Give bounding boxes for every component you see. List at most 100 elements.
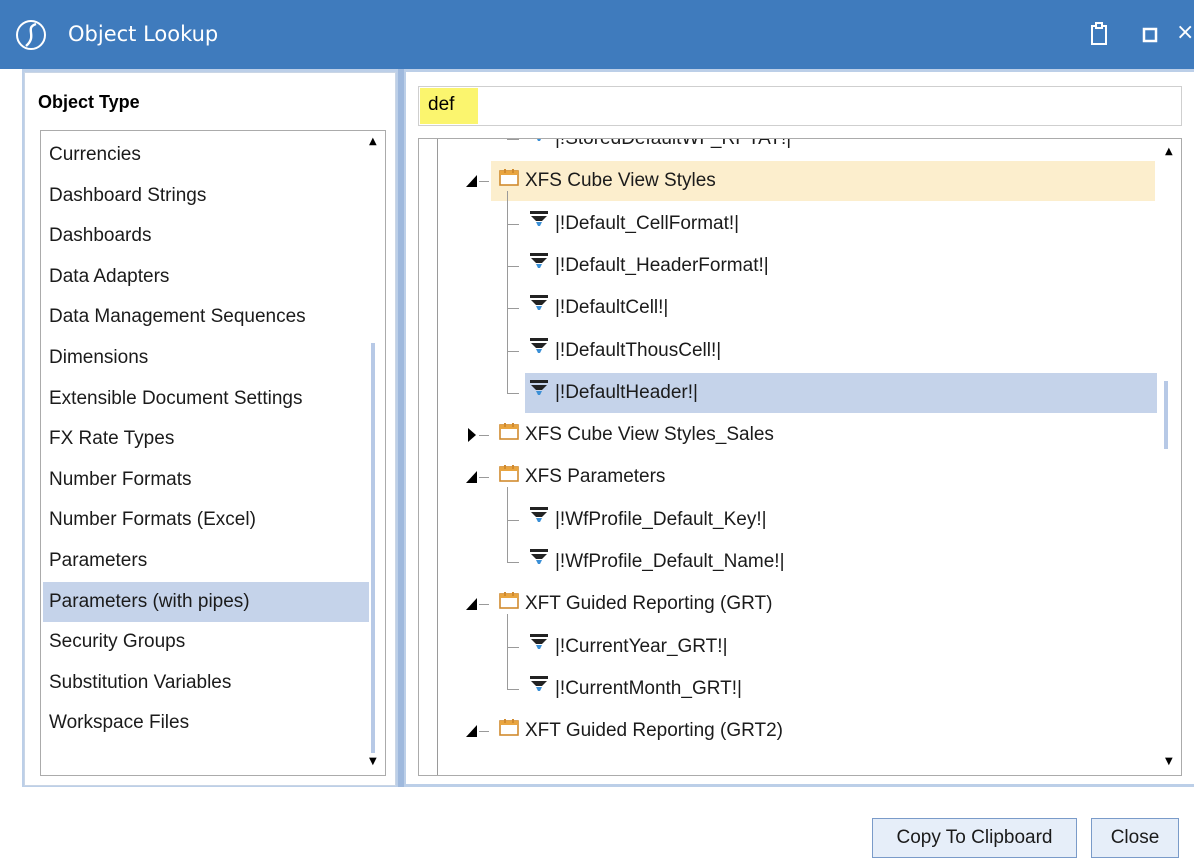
tree-guide-line [507,487,508,562]
tree-connector [479,435,489,437]
folder-icon [499,711,519,751]
tree-connector [479,477,489,479]
collapse-arrow-icon[interactable] [465,457,479,512]
tree-connector [507,519,519,521]
tree-item-label: XFT Guided Reporting (GRT2) [525,720,784,742]
parameter-filter-icon [529,204,549,244]
tree-item-label: XFT Guided Reporting (GRT) [525,593,773,615]
tree-leaf-row[interactable]: |!CurrentMonth_GRT!| [507,669,1085,709]
folder-icon [499,457,519,497]
tree-leaf-row[interactable]: |!Default_HeaderFormat!| [507,246,1085,286]
tree-leaf-row[interactable]: |!DefaultCell!| [507,288,1085,328]
object-type-header: Object Type [38,92,140,112]
tree-connector [507,350,519,352]
collapse-arrow-icon[interactable] [465,711,479,766]
search-input[interactable]: def [418,86,1182,126]
object-type-item[interactable]: Number Formats [43,460,369,500]
folder-icon [499,161,519,201]
tree-leaf-row[interactable]: |!DefaultThousCell!| [507,331,1085,371]
tree-folder-row[interactable]: XFS Cube View Styles [466,161,1155,202]
tree-root-guide-line [437,139,438,775]
tree-connector [479,181,489,183]
tree-item-label: XFS Cube View Styles [525,170,716,192]
tree-item-label: |!StoredDefaultWF_RPTAT!| [555,138,792,150]
object-tree[interactable]: |!StoredDefaultWF_RPTAT!| XFS Cube View S… [418,138,1182,776]
tree-guide-line [507,614,508,689]
tree-item-label: XFS Parameters [525,466,666,488]
tree-folder-row[interactable]: XFT Guided Reporting (GRT2) [466,711,1091,751]
search-value: def [428,94,455,115]
object-type-item[interactable]: Dashboard Strings [43,176,369,216]
parameter-filter-icon [529,500,549,540]
tree-item-label: |!WfProfile_Default_Key!| [555,508,767,530]
pane-splitter[interactable] [398,69,404,787]
parameter-filter-icon [529,627,549,667]
copy-to-clipboard-button[interactable]: Copy To Clipboard [872,818,1077,858]
folder-icon [499,415,519,455]
object-type-item[interactable]: Currencies [43,135,369,175]
object-type-item[interactable]: FX Rate Types [43,419,369,459]
tree-item-label: |!DefaultCell!| [555,297,669,319]
collapse-arrow-icon[interactable] [465,161,479,216]
tree-item-label: |!WfProfile_Default_Name!| [555,551,785,573]
tree-item-label: |!CurrentMonth_GRT!| [555,677,742,699]
collapse-arrow-icon[interactable] [465,584,479,639]
tree-connector [507,139,519,140]
tree-connector [507,688,519,690]
parameter-filter-icon [529,542,549,582]
tree-connector [507,223,519,225]
tree-connector [507,265,519,267]
tree-connector [479,731,489,733]
object-type-item[interactable]: Data Adapters [43,257,369,297]
parameter-filter-icon [529,288,549,328]
tree-leaf-row[interactable]: |!CurrentYear_GRT!| [507,627,1085,667]
close-button[interactable]: Close [1091,818,1179,858]
tree-scrollbar-thumb[interactable] [1164,381,1168,449]
list-scrollbar-thumb[interactable] [371,343,375,753]
tree-item-label: |!CurrentYear_GRT!| [555,635,728,657]
tree-leaf-row[interactable]: |!Default_CellFormat!| [507,204,1085,244]
scroll-up-icon[interactable]: ▲ [369,137,377,147]
tree-scroll-down-icon[interactable]: ▼ [1165,757,1173,767]
window-title: Object Lookup [68,22,219,46]
tree-connector [507,562,519,563]
parameter-filter-icon [529,246,549,286]
tree-leaf-row[interactable]: |!WfProfile_Default_Name!| [507,542,1085,582]
object-type-item[interactable]: Security Groups [43,622,369,662]
tree-leaf-row[interactable]: |!DefaultHeader!| [507,372,1157,413]
object-type-item[interactable]: Data Management Sequences [43,297,369,337]
tree-connector [507,646,519,648]
object-type-item[interactable]: Number Formats (Excel) [43,500,369,540]
tree-item-label: |!Default_HeaderFormat!| [555,254,769,276]
object-type-item[interactable]: Workspace Files [43,703,369,743]
parameter-filter-icon [529,331,549,371]
object-type-item[interactable]: Dashboards [43,216,369,256]
clipboard-icon[interactable] [1090,22,1108,46]
tree-folder-row[interactable]: XFT Guided Reporting (GRT) [466,584,1091,624]
tree-folder-row[interactable]: XFS Parameters [466,457,1091,497]
tree-connector [507,392,519,394]
folder-icon [499,584,519,624]
scroll-down-icon[interactable]: ▼ [369,757,377,767]
maximize-icon[interactable] [1142,27,1158,43]
parameter-filter-icon [529,139,549,159]
parameter-filter-icon [529,373,549,413]
object-type-item[interactable]: Parameters [43,541,369,581]
object-type-item[interactable]: Dimensions [43,338,369,378]
tree-scroll-up-icon[interactable]: ▲ [1165,147,1173,157]
title-bar: Object Lookup × [0,0,1194,69]
close-icon[interactable]: × [1176,20,1194,45]
object-type-item[interactable]: Substitution Variables [43,663,369,703]
tree-item-label: XFS Cube View Styles_Sales [525,424,774,446]
tree-item-label: |!DefaultThousCell!| [555,339,722,361]
tree-leaf-row[interactable]: |!StoredDefaultWF_RPTAT!| [507,138,1085,159]
tree-leaf-row[interactable]: |!WfProfile_Default_Key!| [507,500,1085,540]
app-logo-icon [16,20,46,50]
parameter-filter-icon [529,669,549,709]
object-type-list[interactable]: Currencies Dashboard Strings Dashboards Dat… [40,130,386,776]
tree-connector [479,604,489,606]
tree-item-label: |!Default_CellFormat!| [555,212,740,234]
tree-folder-row[interactable]: XFS Cube View Styles_Sales [468,415,1091,455]
object-type-item[interactable]: Extensible Document Settings [43,379,369,419]
object-type-item[interactable]: Parameters (with pipes) [43,581,369,622]
